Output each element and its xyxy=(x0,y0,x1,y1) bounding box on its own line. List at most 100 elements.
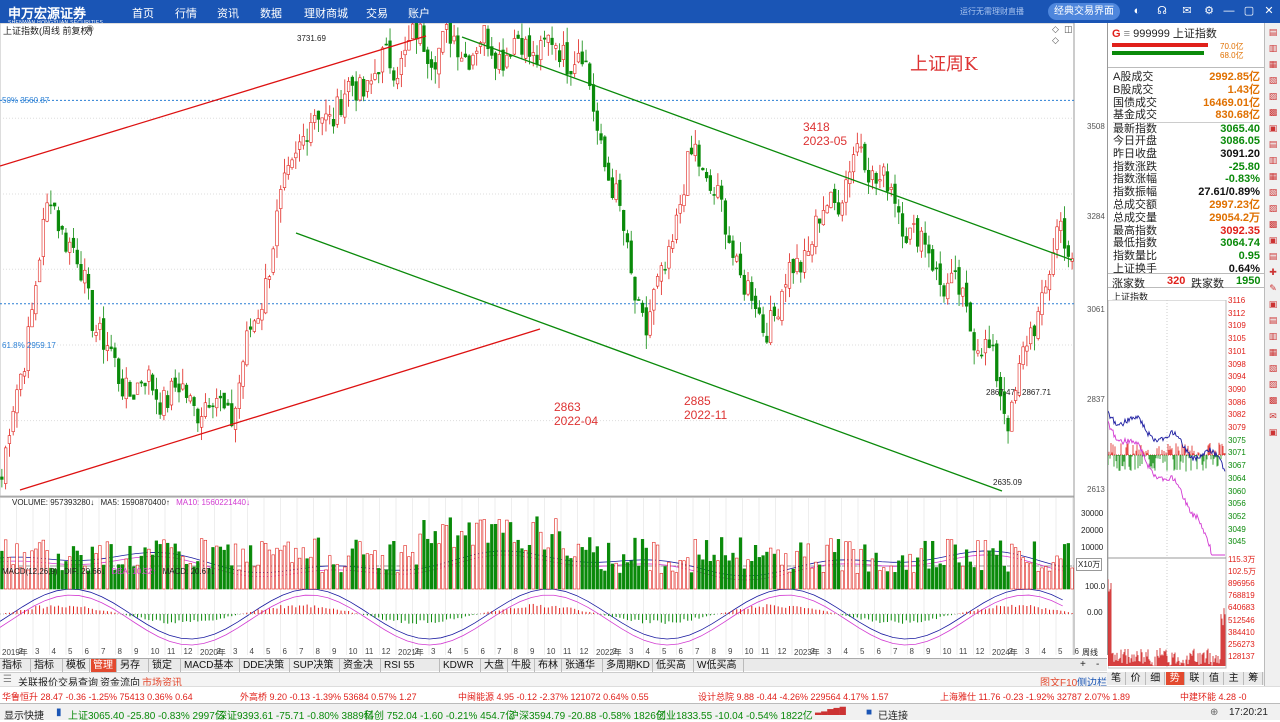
mini-tab[interactable]: 笔 xyxy=(1107,672,1126,685)
zoom-in-icon[interactable]: + xyxy=(1080,659,1086,670)
volume-bar xyxy=(433,531,437,590)
mini-tab[interactable]: 价 xyxy=(1127,672,1146,685)
settings-icon[interactable]: ⚙ xyxy=(1202,4,1216,18)
ticker-item-6[interactable]: 中建环能 4.28 -0 xyxy=(1180,690,1247,703)
panel-row-value: 3086.05 xyxy=(1220,135,1260,147)
list-icon[interactable]: ☰ xyxy=(3,674,12,685)
indicator-tab[interactable]: DDE决策 xyxy=(241,659,290,672)
minimize-icon[interactable]: — xyxy=(1222,4,1236,18)
volume-bar xyxy=(460,531,464,590)
tool-icon-16[interactable]: ✚ xyxy=(1266,266,1280,279)
panel-row-label: 昨日收盘 xyxy=(1113,147,1157,160)
pencil-icon[interactable]: ✎ xyxy=(1266,282,1280,295)
indicator-tab[interactable]: MACD基本 xyxy=(182,659,240,672)
panel-toggle-icon[interactable]: ◫ xyxy=(1064,24,1073,35)
indicator-tab[interactable]: 牛股 xyxy=(509,659,535,672)
ticker-item-5[interactable]: 上海雅仕 11.76 -0.23 -1.92% 32787 2.07% 1.89 xyxy=(940,690,1130,703)
indicator-tab[interactable]: 低买高卖 xyxy=(654,659,694,684)
mini-tab[interactable]: 细 xyxy=(1146,672,1166,685)
tool-icon-4[interactable]: ▧ xyxy=(1266,74,1280,87)
tool-icon-18[interactable]: ▣ xyxy=(1266,298,1280,311)
candle-body xyxy=(859,146,863,149)
tool-icon-8[interactable]: ▤ xyxy=(1266,138,1280,151)
candle-body xyxy=(433,62,437,70)
candle-body xyxy=(686,151,690,196)
tool-icon-15[interactable]: ▤ xyxy=(1266,250,1280,263)
indicator-tab[interactable]: 多周期KD xyxy=(604,659,653,672)
chart-title-dropdown-icon[interactable]: ◉ xyxy=(86,23,94,34)
volume-bar xyxy=(569,558,573,590)
tool-icon-7[interactable]: ▣ xyxy=(1266,122,1280,135)
skin-icon[interactable]: ◐ xyxy=(1130,4,1144,18)
mini-tab[interactable]: 势 xyxy=(1165,672,1185,685)
indicator-tab[interactable]: SUP决策 xyxy=(291,659,340,672)
tool-icon-23[interactable]: ▨ xyxy=(1266,378,1280,391)
tool-icon-5[interactable]: ▨ xyxy=(1266,90,1280,103)
diamond-icon[interactable]: ◇ xyxy=(1052,24,1059,35)
volume-bar xyxy=(799,542,803,590)
period-label[interactable]: 周线 xyxy=(1082,647,1098,658)
restore-icon[interactable]: ▢ xyxy=(1242,4,1256,18)
tool-icon-10[interactable]: ▦ xyxy=(1266,170,1280,183)
close-icon[interactable]: ✕ xyxy=(1262,4,1276,18)
ticker-item-4[interactable]: 设计总院 9.88 -0.44 -4.26% 229564 4.17% 1.57 xyxy=(698,690,889,703)
indicator-tab[interactable]: 锁定到 xyxy=(150,659,181,684)
indicator-tab[interactable]: 布林 xyxy=(536,659,562,672)
indicator-tab[interactable]: 大盘 xyxy=(482,659,508,672)
menu-market[interactable]: 行情 xyxy=(175,5,197,21)
tool-icon-22[interactable]: ▧ xyxy=(1266,362,1280,375)
lock-icon[interactable]: ⊕ xyxy=(1210,707,1218,718)
kline-chart-area[interactable]: 上证指数(周线 前复权) ◉ 上证周K 50% 3560.87 61.8% 29… xyxy=(0,23,1107,658)
menu-account[interactable]: 账户 xyxy=(408,5,430,21)
volume-bar xyxy=(618,572,622,590)
menu-home[interactable]: 首页 xyxy=(132,5,154,21)
mini-tab[interactable]: 主 xyxy=(1225,672,1244,685)
tool-icon-25[interactable]: ✉ xyxy=(1266,410,1280,423)
zoom-out-icon[interactable]: - xyxy=(1096,659,1099,670)
indicator-tab[interactable]: 张通华量 xyxy=(563,659,603,684)
collapse-icon[interactable]: ◇ xyxy=(1052,35,1059,46)
indicator-tab[interactable]: KDWR xyxy=(441,659,481,672)
tool-icon-1[interactable]: ▤ xyxy=(1266,26,1280,39)
indicator-tab[interactable]: RSI 55 xyxy=(382,659,440,672)
mail-icon[interactable]: ✉ xyxy=(1180,4,1194,18)
mini-tab[interactable]: 值 xyxy=(1205,672,1224,685)
ticker-item-2[interactable]: 外高桥 9.20 -0.13 -1.39% 53684 0.57% 1.27 xyxy=(240,690,417,703)
indicator-tab[interactable]: 指标A xyxy=(0,659,31,684)
menu-data[interactable]: 数据 xyxy=(260,5,282,21)
classic-trade-button[interactable]: 经典交易界面 xyxy=(1048,3,1120,20)
tool-icon-21[interactable]: ▦ xyxy=(1266,346,1280,359)
tool-icon-20[interactable]: ▥ xyxy=(1266,330,1280,343)
tool-icon-24[interactable]: ▩ xyxy=(1266,394,1280,407)
indicator-tab[interactable]: 管理 xyxy=(91,659,117,672)
tool-icon-12[interactable]: ▨ xyxy=(1266,202,1280,215)
indicator-tab[interactable]: W低买高卖 xyxy=(695,659,744,684)
menu-news[interactable]: 资讯 xyxy=(217,5,239,21)
ticker-item-3[interactable]: 中闽能源 4.95 -0.12 -2.37% 121072 0.64% 0.55 xyxy=(458,690,649,703)
tool-icon-13[interactable]: ▩ xyxy=(1266,218,1280,231)
indicator-tab[interactable]: 模板 xyxy=(64,659,90,672)
sell-bar-value: 68.0亿 xyxy=(1220,51,1244,60)
tool-icon-26[interactable]: ▣ xyxy=(1266,426,1280,439)
menu-trade[interactable]: 交易 xyxy=(366,5,388,21)
candle-body xyxy=(772,306,777,317)
tool-icon-14[interactable]: ▣ xyxy=(1266,234,1280,247)
indicator-tab[interactable]: 另存为 xyxy=(118,659,149,684)
tool-icon-19[interactable]: ▤ xyxy=(1266,314,1280,327)
tool-icon-11[interactable]: ▧ xyxy=(1266,186,1280,199)
tool-icon-2[interactable]: ▥ xyxy=(1266,42,1280,55)
headset-icon[interactable]: ☊ xyxy=(1155,4,1169,18)
candle-body xyxy=(218,395,223,399)
menu-wealth-mall[interactable]: 理财商城 xyxy=(304,5,348,21)
mini-tab[interactable]: 筹 xyxy=(1244,672,1264,685)
mini-tab[interactable]: 联 xyxy=(1185,672,1205,685)
tool-icon-6[interactable]: ▩ xyxy=(1266,106,1280,119)
kline-chart[interactable] xyxy=(0,23,1107,655)
indicator-tab[interactable]: 资金决策 xyxy=(341,659,381,684)
candle-body xyxy=(241,361,245,387)
indicator-tab[interactable]: 指标B xyxy=(32,659,63,684)
volume-bar xyxy=(825,544,829,590)
ticker-item-1[interactable]: 华鲁恒升 28.47 -0.36 -1.25% 75413 0.36% 0.64 xyxy=(2,690,193,703)
tool-icon-3[interactable]: ▦ xyxy=(1266,58,1280,71)
tool-icon-9[interactable]: ▥ xyxy=(1266,154,1280,167)
